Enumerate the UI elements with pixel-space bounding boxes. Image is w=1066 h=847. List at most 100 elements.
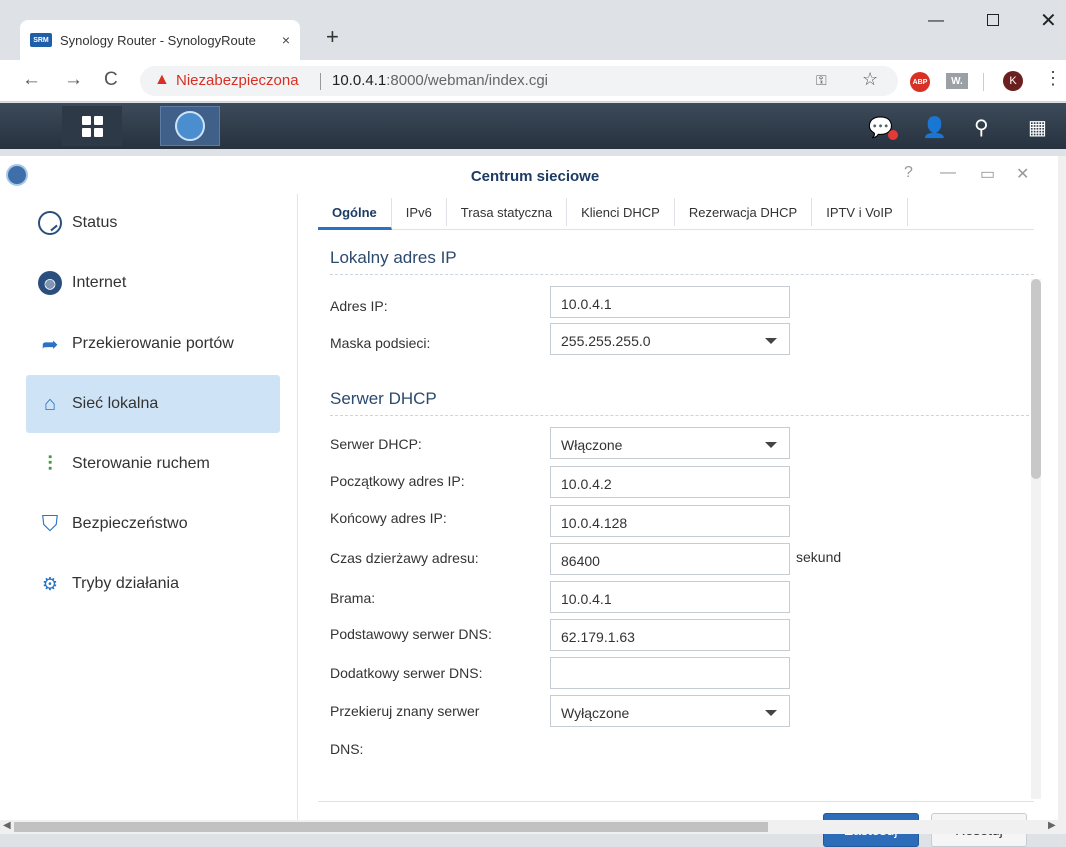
help-icon[interactable]: ?	[904, 164, 913, 182]
dns-redirect-label-cont: DNS:	[330, 741, 364, 757]
close-icon[interactable]: ✕	[1016, 164, 1029, 184]
lease-time-label: Czas dzierżawy adresu:	[330, 550, 479, 566]
primary-dns-input[interactable]: 62.179.1.63	[550, 619, 790, 651]
notification-dot	[888, 130, 898, 140]
back-arrow-icon[interactable]: ←	[22, 69, 41, 91]
toolbar-divider	[983, 73, 984, 91]
arrow-icon: ➦	[41, 333, 59, 356]
secondary-dns-input[interactable]	[550, 657, 790, 689]
browser-tab-title: Synology Router - SynologyRoute	[59, 32, 256, 48]
url-path: :8000/webman/index.cgi	[386, 72, 548, 89]
lease-time-input[interactable]: 86400	[550, 543, 790, 575]
sidebar-item-label: Bezpieczeństwo	[72, 515, 188, 532]
scroll-right-arrow-icon[interactable]: ▶	[1048, 820, 1056, 831]
sidebar-item-label: Sterowanie ruchem	[72, 455, 210, 472]
reload-icon[interactable]: C	[104, 69, 118, 91]
section-divider	[330, 415, 1034, 416]
start-ip-label: Początkowy adres IP:	[330, 473, 465, 489]
profile-avatar[interactable]: K	[1003, 71, 1023, 91]
browser-tab[interactable]: SRM Synology Router - SynologyRoute ×	[20, 20, 300, 60]
section-title-dhcp: Serwer DHCP	[330, 389, 437, 408]
page-horizontal-scrollbar-thumb[interactable]	[14, 822, 768, 832]
section-title-local-ip: Lokalny adres IP	[330, 248, 457, 267]
url-text[interactable]: 10.0.4.1:8000/webman/index.cgi	[332, 72, 548, 89]
apps-icon	[81, 115, 103, 137]
sidebar-item-label: Internet	[72, 274, 127, 291]
dns-redirect-label: Przekieruj znany serwer	[330, 703, 480, 719]
sidebar-item-label: Przekierowanie portów	[72, 335, 234, 352]
router-mode-icon: ⚙	[41, 573, 59, 594]
browser-menu-icon[interactable]: ⋮	[1044, 68, 1062, 89]
warning-icon[interactable]: ▲	[154, 71, 170, 89]
sidebar: Status ◍ Internet ➦ Przekierowanie portó…	[0, 194, 298, 820]
sidebar-item-status[interactable]: Status	[26, 194, 280, 252]
browser-toolbar: ← → C ▲ Niezabezpieczona 10.0.4.1:8000/w…	[0, 60, 1066, 102]
status-icon	[38, 211, 62, 235]
primary-dns-label: Podstawowy serwer DNS:	[330, 626, 492, 642]
restore-icon[interactable]: ▭	[980, 164, 995, 184]
tab-iptv-voip[interactable]: IPTV i VoIP	[812, 198, 908, 226]
ip-address-input[interactable]: 10.0.4.1	[550, 286, 790, 318]
tab-general[interactable]: Ogólne	[318, 198, 392, 230]
sidebar-item-security[interactable]: ⛉ Bezpieczeństwo	[26, 495, 280, 553]
secondary-dns-label: Dodatkowy serwer DNS:	[330, 665, 483, 681]
new-tab-button[interactable]: +	[326, 24, 339, 50]
search-icon[interactable]: ⚲	[974, 115, 989, 140]
subnet-mask-select[interactable]: 255.255.255.0	[550, 323, 790, 355]
lease-time-unit: sekund	[796, 549, 842, 565]
dhcp-server-label: Serwer DHCP:	[330, 436, 422, 452]
security-warning-text[interactable]: Niezabezpieczona	[176, 72, 299, 89]
dsm-taskbar: 💬 👤 ⚲ ▦	[0, 103, 1066, 149]
window-close-button[interactable]: ✕	[1040, 8, 1057, 33]
subnet-mask-label: Maska podsieci:	[330, 335, 431, 351]
home-network-icon: ⌂	[43, 392, 57, 415]
end-ip-label: Końcowy adres IP:	[330, 510, 447, 526]
main-content: Ogólne IPv6 Trasa statyczna Klienci DHCP…	[298, 194, 1058, 847]
tab-bar: Ogólne IPv6 Trasa statyczna Klienci DHCP…	[318, 198, 1034, 230]
url-host: 10.0.4.1	[332, 72, 387, 89]
adblock-extension-icon[interactable]: ABP	[910, 72, 930, 92]
start-ip-input[interactable]: 10.0.4.2	[550, 466, 790, 498]
widgets-icon[interactable]: ▦	[1028, 115, 1047, 140]
sidebar-item-label: Sieć lokalna	[72, 395, 159, 412]
omnibox-divider	[320, 73, 321, 90]
shield-icon: ⛉	[41, 511, 59, 536]
minimize-icon[interactable]: —	[940, 164, 956, 182]
network-center-taskbar-button[interactable]	[160, 106, 220, 146]
tab-static-route[interactable]: Trasa statyczna	[447, 198, 568, 226]
dhcp-server-select[interactable]: Włączone	[550, 427, 790, 459]
sidebar-item-port-forwarding[interactable]: ➦ Przekierowanie portów	[26, 315, 280, 373]
content-scrollbar-thumb[interactable]	[1031, 279, 1041, 479]
scroll-left-arrow-icon[interactable]: ◀	[3, 820, 11, 831]
sidebar-item-operation-modes[interactable]: ⚙ Tryby działania	[26, 555, 280, 613]
tab-dhcp-clients[interactable]: Klienci DHCP	[567, 198, 675, 226]
srm-favicon-icon: SRM	[30, 33, 52, 47]
address-bar[interactable]: ▲ Niezabezpieczona 10.0.4.1:8000/webman/…	[140, 66, 898, 96]
user-icon[interactable]: 👤	[922, 115, 947, 140]
sidebar-item-local-network[interactable]: ⌂ Sieć lokalna	[26, 375, 280, 433]
button-bar-divider	[318, 801, 1034, 802]
forward-arrow-icon[interactable]: →	[64, 69, 83, 91]
end-ip-input[interactable]: 10.0.4.128	[550, 505, 790, 537]
sidebar-item-label: Status	[72, 214, 118, 231]
traffic-control-icon: ⫶	[47, 452, 53, 475]
extension-icon[interactable]: W.	[946, 73, 968, 89]
ip-address-label: Adres IP:	[330, 298, 388, 314]
tab-close-icon[interactable]: ×	[282, 32, 290, 48]
page-vertical-scrollbar[interactable]	[1058, 156, 1066, 820]
key-icon[interactable]: ⚿	[816, 72, 827, 89]
main-menu-button[interactable]	[62, 106, 122, 146]
window-maximize-button[interactable]	[987, 14, 999, 26]
gateway-label: Brama:	[330, 590, 376, 606]
sidebar-item-label: Tryby działania	[72, 575, 180, 592]
tab-dhcp-reservation[interactable]: Rezerwacja DHCP	[675, 198, 813, 226]
sidebar-item-internet[interactable]: ◍ Internet	[26, 254, 280, 312]
window-minimize-button[interactable]: —	[928, 12, 944, 30]
tab-ipv6[interactable]: IPv6	[392, 198, 447, 226]
section-divider	[330, 274, 1034, 275]
bookmark-star-icon[interactable]: ☆	[862, 69, 878, 90]
dns-redirect-select[interactable]: Wyłączone	[550, 695, 790, 727]
network-center-window: Centrum sieciowe ? — ▭ ✕ Status ◍ Intern…	[0, 156, 1058, 847]
gateway-input[interactable]: 10.0.4.1	[550, 581, 790, 613]
sidebar-item-traffic-control[interactable]: ⫶ Sterowanie ruchem	[26, 435, 280, 493]
